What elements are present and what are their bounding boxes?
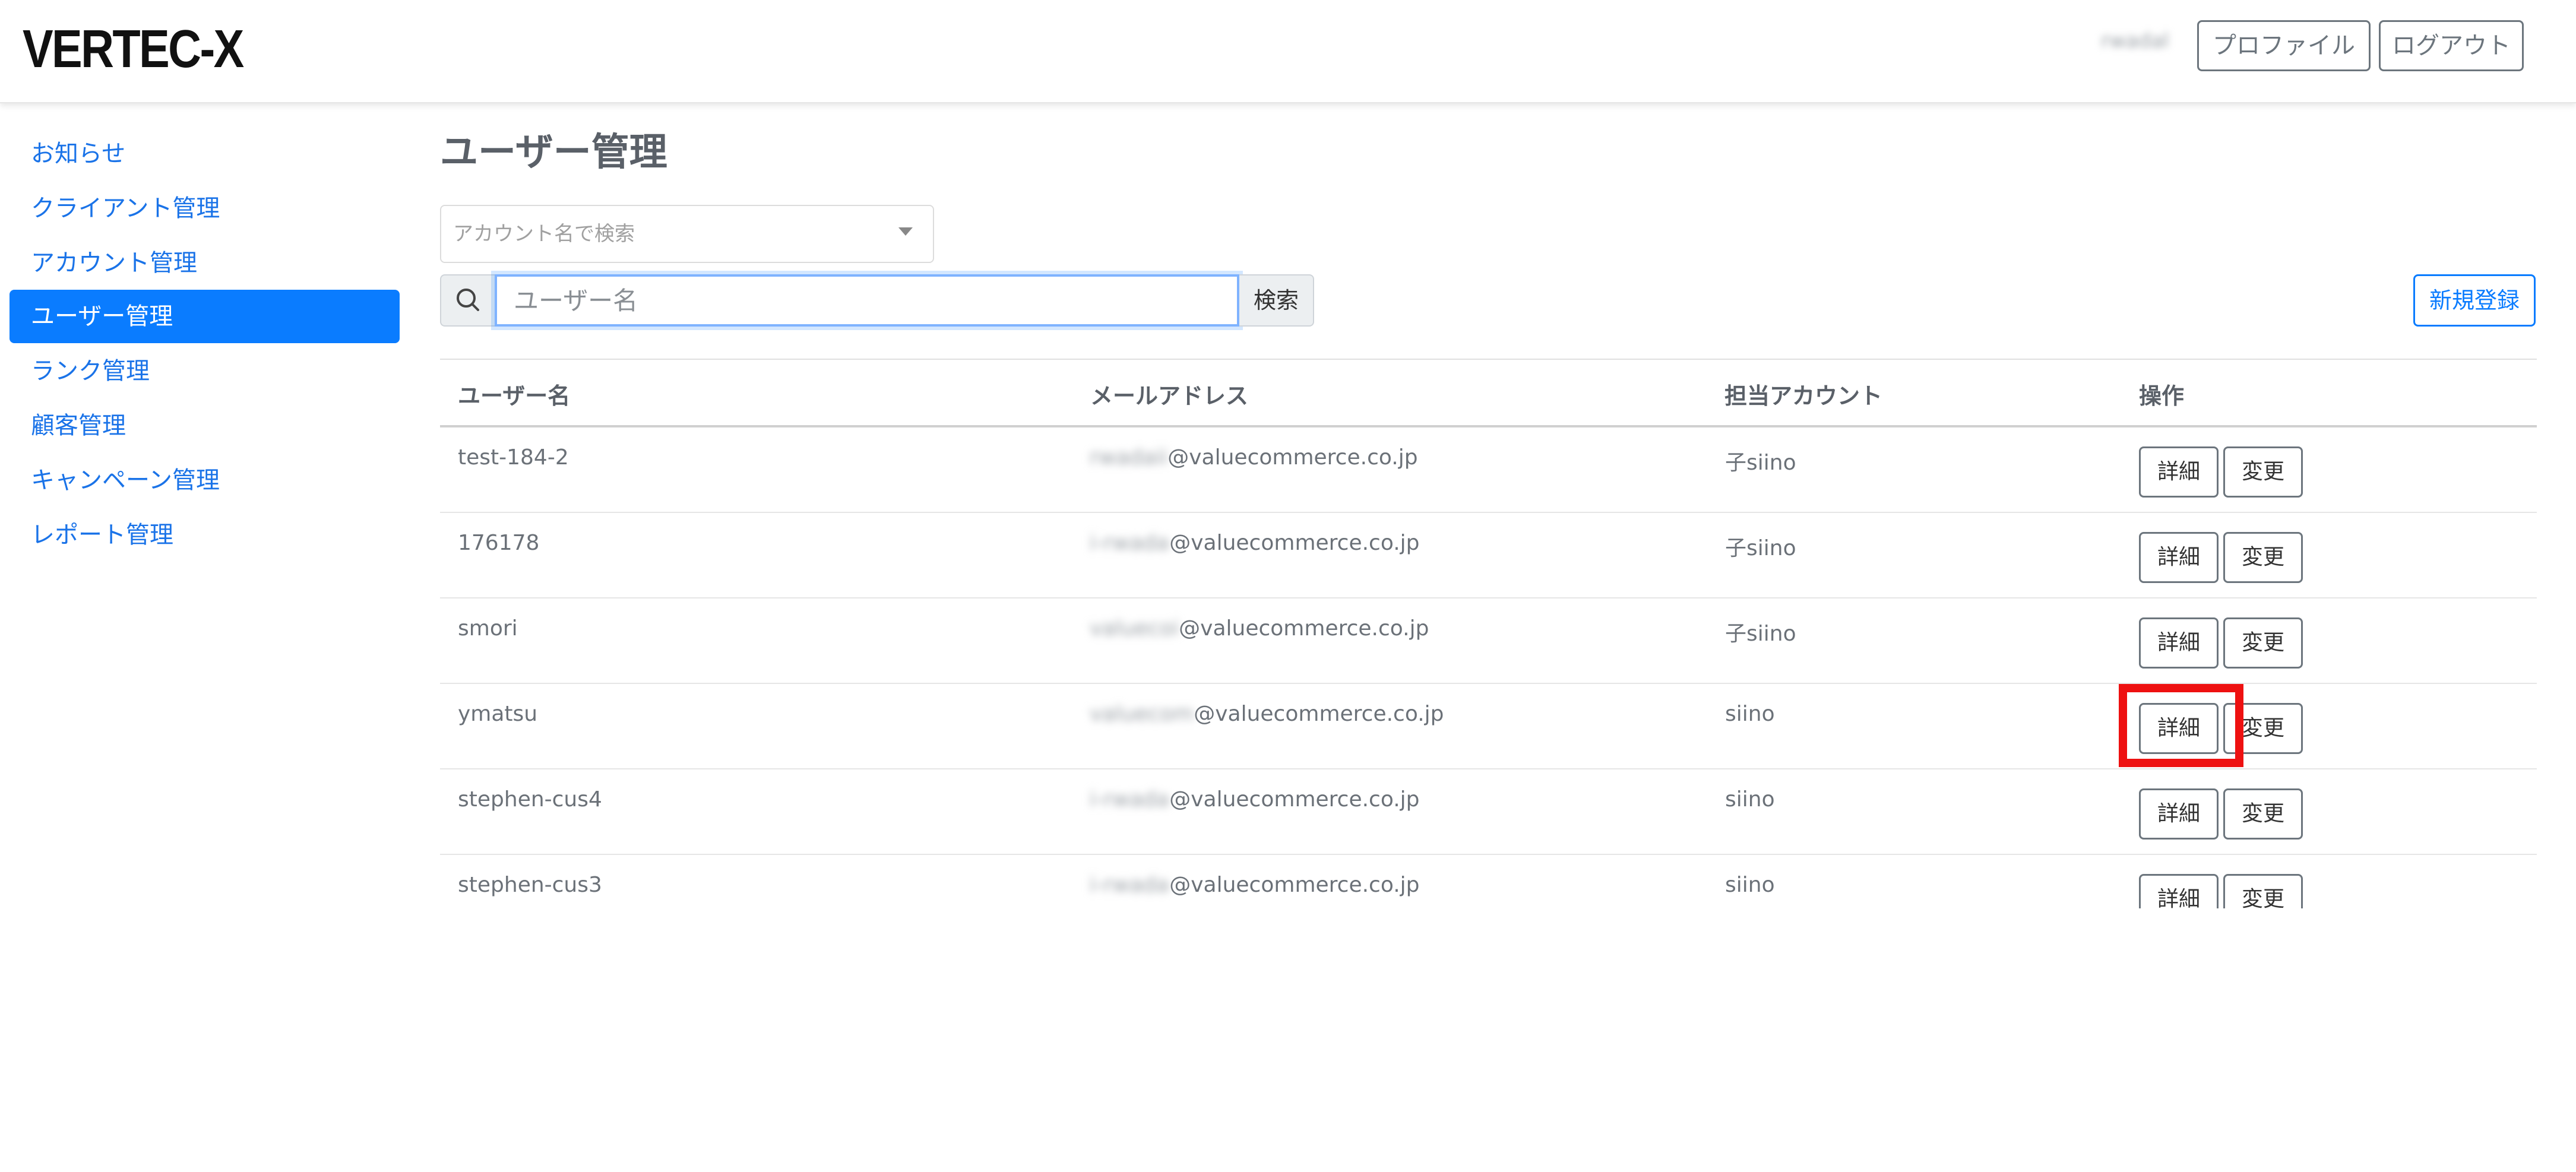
top-header: VERTEC-X rwadal プロファイル ログアウト bbox=[0, 0, 2576, 103]
edit-button[interactable]: 変更 bbox=[2223, 788, 2303, 840]
cell-account: siino bbox=[1725, 873, 1775, 897]
account-select-placeholder: アカウント名で検索 bbox=[453, 222, 635, 246]
page-title: ユーザー管理 bbox=[440, 131, 667, 175]
sidebar-item-rank-management[interactable]: ランク管理 bbox=[10, 344, 400, 398]
cell-email: rwadaii@valuecommerce.co.jp bbox=[1090, 445, 1418, 470]
cell-email: valuecoi@valuecommerce.co.jp bbox=[1090, 616, 1429, 641]
logout-button[interactable]: ログアウト bbox=[2379, 20, 2524, 71]
email-local-part-blurred: i-rwada bbox=[1090, 531, 1170, 555]
email-domain: @valuecommerce.co.jp bbox=[1179, 616, 1429, 641]
edit-button[interactable]: 変更 bbox=[2223, 874, 2303, 908]
username-search-input[interactable] bbox=[495, 274, 1239, 327]
email-domain: @valuecommerce.co.jp bbox=[1194, 702, 1444, 726]
table-row: test-184-2 rwadaii@valuecommerce.co.jp 子… bbox=[440, 427, 2537, 513]
sidebar-item-client-management[interactable]: クライアント管理 bbox=[10, 182, 400, 235]
account-select[interactable]: アカウント名で検索 bbox=[440, 205, 934, 263]
table-row: smori valuecoi@valuecommerce.co.jp 子siin… bbox=[440, 598, 2537, 684]
cell-username: stephen-cus3 bbox=[458, 873, 602, 897]
profile-button[interactable]: プロファイル bbox=[2197, 20, 2371, 71]
sidebar-item-notices[interactable]: お知らせ bbox=[10, 127, 400, 180]
email-domain: @valuecommerce.co.jp bbox=[1169, 787, 1420, 812]
column-header-actions: 操作 bbox=[2139, 383, 2185, 409]
email-local-part-blurred: rwadaii bbox=[1090, 445, 1168, 470]
chevron-down-icon bbox=[898, 227, 913, 236]
table-row: stephen-cus4 i-rwada@valuecommerce.co.jp… bbox=[440, 769, 2537, 855]
user-search-group: 検索 bbox=[440, 274, 1469, 327]
cell-email: i-rwada@valuecommerce.co.jp bbox=[1090, 531, 1420, 555]
search-button[interactable]: 検索 bbox=[1239, 274, 1314, 327]
current-username: rwadal bbox=[2101, 29, 2169, 53]
edit-button[interactable]: 変更 bbox=[2223, 532, 2303, 583]
cell-email: i-rwada@valuecommerce.co.jp bbox=[1090, 873, 1420, 897]
user-table-body: test-184-2 rwadaii@valuecommerce.co.jp 子… bbox=[0, 427, 2576, 908]
cell-account: 子siino bbox=[1725, 622, 1796, 646]
cell-username: 176178 bbox=[458, 531, 540, 555]
cell-account: 子siino bbox=[1725, 536, 1796, 560]
detail-button[interactable]: 詳細 bbox=[2139, 874, 2219, 908]
detail-button[interactable]: 詳細 bbox=[2139, 532, 2219, 583]
cell-account: siino bbox=[1725, 702, 1775, 726]
highlight-annotation-box bbox=[2119, 684, 2243, 767]
sidebar-item-user-management[interactable]: ユーザー管理 bbox=[10, 290, 400, 343]
column-header-account: 担当アカウント bbox=[1724, 383, 1883, 409]
email-domain: @valuecommerce.co.jp bbox=[1169, 873, 1420, 897]
email-local-part-blurred: valuecom bbox=[1090, 702, 1194, 726]
table-top-border bbox=[440, 359, 2537, 360]
sidebar-item-account-management[interactable]: アカウント管理 bbox=[10, 236, 400, 290]
email-local-part-blurred: valuecoi bbox=[1090, 616, 1179, 641]
new-register-button[interactable]: 新規登録 bbox=[2413, 274, 2536, 327]
detail-button[interactable]: 詳細 bbox=[2139, 617, 2219, 669]
table-row: stephen-cus3 i-rwada@valuecommerce.co.jp… bbox=[440, 855, 2537, 908]
table-row: 176178 i-rwada@valuecommerce.co.jp 子siin… bbox=[440, 513, 2537, 598]
search-icon-box bbox=[440, 274, 495, 327]
email-local-part-blurred: i-rwada bbox=[1090, 787, 1170, 812]
cell-account: 子siino bbox=[1725, 451, 1796, 475]
cell-email: i-rwada@valuecommerce.co.jp bbox=[1090, 787, 1420, 812]
cell-username: stephen-cus4 bbox=[458, 787, 602, 812]
search-icon bbox=[457, 289, 479, 311]
cell-email: valuecom@valuecommerce.co.jp bbox=[1090, 702, 1444, 726]
cell-username: smori bbox=[458, 616, 518, 641]
app-logo[interactable]: VERTEC-X bbox=[23, 19, 244, 80]
cell-username: test-184-2 bbox=[458, 445, 569, 470]
column-header-email: メールアドレス bbox=[1090, 383, 1249, 409]
cell-account: siino bbox=[1725, 787, 1775, 812]
edit-button[interactable]: 変更 bbox=[2223, 617, 2303, 669]
email-domain: @valuecommerce.co.jp bbox=[1167, 445, 1418, 470]
cell-username: ymatsu bbox=[458, 702, 538, 726]
email-local-part-blurred: i-rwada bbox=[1090, 873, 1170, 897]
edit-button[interactable]: 変更 bbox=[2223, 446, 2303, 498]
email-domain: @valuecommerce.co.jp bbox=[1169, 531, 1420, 555]
column-header-username: ユーザー名 bbox=[458, 383, 571, 409]
detail-button[interactable]: 詳細 bbox=[2139, 446, 2219, 498]
detail-button[interactable]: 詳細 bbox=[2139, 788, 2219, 840]
